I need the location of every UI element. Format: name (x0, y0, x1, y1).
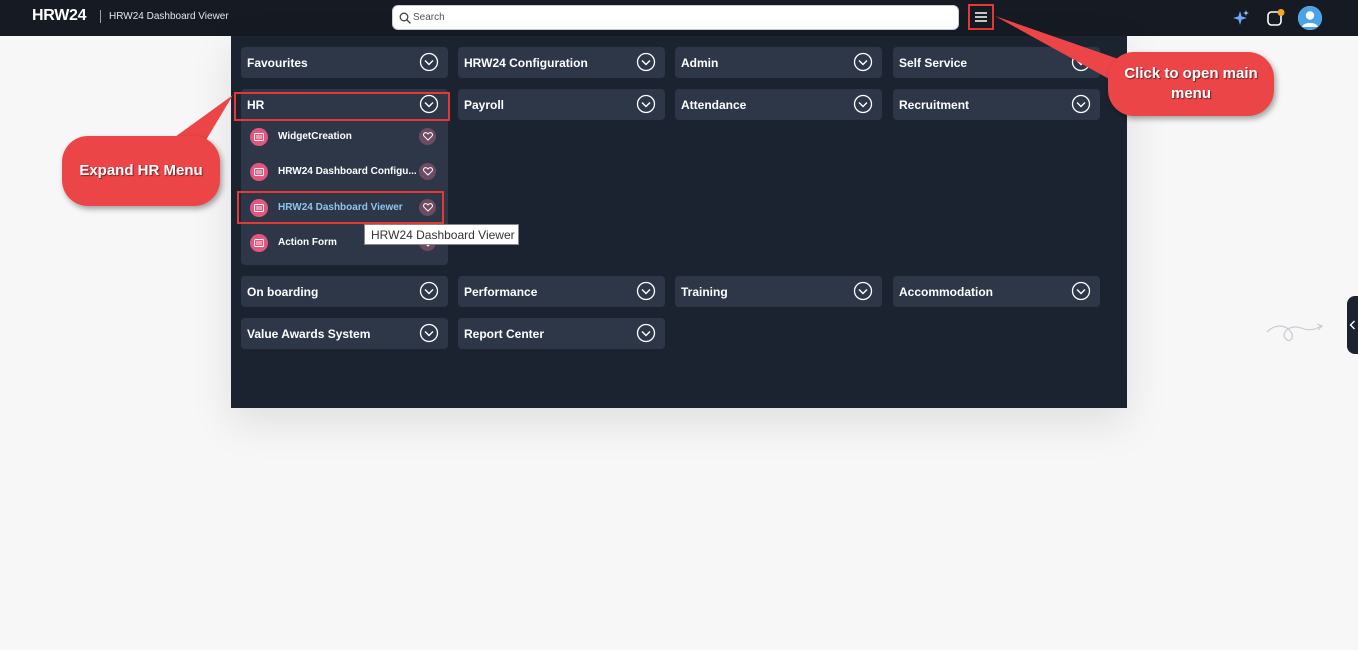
menu-tile-label: Attendance (681, 98, 747, 112)
menu-tile-label: Recruitment (899, 98, 970, 112)
menu-tile-value-awards-system[interactable]: Value Awards System (241, 318, 448, 349)
chevron-down-icon[interactable] (636, 94, 656, 114)
chevron-down-icon[interactable] (419, 94, 439, 114)
menu-tile-label: Favourites (247, 56, 308, 70)
chevron-down-icon[interactable] (853, 281, 873, 301)
chevron-down-icon[interactable] (1071, 281, 1091, 301)
menu-tile-performance[interactable]: Performance (458, 276, 665, 307)
side-panel-toggle[interactable] (1347, 296, 1358, 354)
user-avatar[interactable] (1298, 6, 1322, 30)
menu-tile-label: Accommodation (899, 285, 994, 299)
app-logo[interactable]: HRW24 (32, 7, 87, 25)
chevron-down-icon[interactable] (853, 52, 873, 72)
decorative-squiggle-icon (1266, 323, 1324, 342)
form-icon (250, 199, 268, 217)
menu-tile-label: Self Service (899, 56, 968, 70)
chevron-down-icon[interactable] (853, 94, 873, 114)
form-icon (250, 163, 268, 181)
favourite-heart-icon[interactable] (419, 128, 436, 145)
search-input[interactable] (413, 9, 943, 26)
favourite-heart-icon[interactable] (419, 199, 436, 216)
chevron-down-icon[interactable] (636, 323, 656, 343)
menu-tile-on-boarding[interactable]: On boarding (241, 276, 448, 307)
search-box[interactable] (392, 5, 959, 30)
ai-sparkle-icon[interactable] (1232, 9, 1250, 27)
menu-tile-report-center[interactable]: Report Center (458, 318, 665, 349)
chevron-left-icon (1349, 320, 1355, 330)
menu-tile-hr[interactable]: HR (241, 89, 448, 120)
hr-submenu-label: HRW24 Dashboard Configu... (278, 166, 417, 177)
hr-submenu-item-dashboard-viewer[interactable]: HRW24 Dashboard Viewer (241, 193, 448, 223)
hr-submenu-item[interactable]: WidgetCreation (241, 122, 448, 152)
logo-divider (100, 10, 101, 23)
chevron-down-icon[interactable] (419, 323, 439, 343)
chevron-down-icon[interactable] (419, 281, 439, 301)
chevron-down-icon[interactable] (419, 52, 439, 72)
user-icon (1298, 6, 1322, 30)
search-icon (399, 12, 411, 24)
favourite-heart-icon[interactable] (419, 163, 436, 180)
menu-tile-payroll[interactable]: Payroll (458, 89, 665, 120)
hr-submenu-label: Action Form (278, 237, 337, 248)
menu-tile-label: HR (247, 98, 265, 112)
notification-icon[interactable] (1266, 8, 1286, 28)
menu-tile-attendance[interactable]: Attendance (675, 89, 882, 120)
menu-tile-hrw24-configuration[interactable]: HRW24 Configuration (458, 47, 665, 78)
chevron-down-icon[interactable] (636, 281, 656, 301)
hr-submenu-item[interactable]: HRW24 Dashboard Configu... (241, 157, 448, 187)
menu-tile-label: On boarding (247, 285, 319, 299)
menu-tile-label: Value Awards System (247, 327, 371, 341)
page-title: HRW24 Dashboard Viewer (109, 11, 229, 22)
menu-tile-label: Payroll (464, 98, 505, 112)
menu-tile-label: HRW24 Configuration (464, 56, 588, 70)
menu-tile-label: Performance (464, 285, 538, 299)
tooltip: HRW24 Dashboard Viewer (364, 224, 519, 245)
form-icon (250, 128, 268, 146)
main-menu-panel: Favourites HRW24 Configuration Admin Sel… (231, 36, 1127, 408)
menu-tile-training[interactable]: Training (675, 276, 882, 307)
menu-tile-label: Training (681, 285, 728, 299)
menu-tile-favourites[interactable]: Favourites (241, 47, 448, 78)
menu-tile-admin[interactable]: Admin (675, 47, 882, 78)
hamburger-icon (975, 12, 987, 22)
menu-tile-accommodation[interactable]: Accommodation (893, 276, 1100, 307)
chevron-down-icon[interactable] (636, 52, 656, 72)
top-bar: HRW24 HRW24 Dashboard Viewer (0, 0, 1358, 36)
form-icon (250, 234, 268, 252)
menu-tile-recruitment[interactable]: Recruitment (893, 89, 1100, 120)
callout-expand-hr: Expand HR Menu (62, 136, 220, 206)
menu-tile-label: Report Center (464, 327, 545, 341)
callout-open-main-menu: Click to open main menu (1108, 52, 1274, 116)
hr-submenu-label: HRW24 Dashboard Viewer (278, 202, 403, 213)
menu-tile-label: Admin (681, 56, 719, 70)
menu-tile-self-service[interactable]: Self Service (893, 47, 1100, 78)
chevron-down-icon[interactable] (1071, 52, 1091, 72)
main-menu-button[interactable] (968, 4, 994, 30)
chevron-down-icon[interactable] (1071, 94, 1091, 114)
hr-submenu-label: WidgetCreation (278, 131, 352, 142)
